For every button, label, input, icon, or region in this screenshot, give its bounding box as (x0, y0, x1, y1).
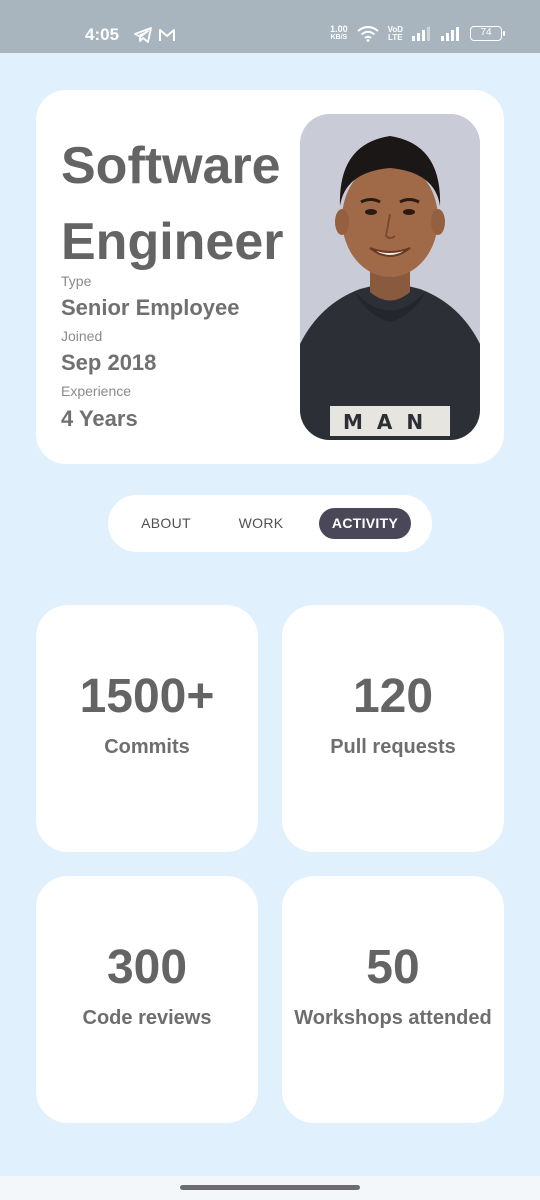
signal-2-icon (441, 26, 459, 41)
stat-card-code-reviews: 300 Code reviews (36, 876, 258, 1123)
stat-value: 1500+ (79, 670, 215, 723)
joined-value: Sep 2018 (61, 350, 157, 375)
wifi-icon (356, 25, 379, 42)
tab-work[interactable]: WORK (226, 508, 296, 539)
stat-label: Code reviews (82, 1007, 212, 1029)
joined-label: Joined (61, 328, 103, 344)
job-title: Software Engineer (61, 137, 284, 271)
home-indicator[interactable] (180, 1185, 360, 1190)
status-system-icons: 1.00 KB/S VoD LTE 74 (330, 25, 505, 42)
shirt-print-text: MAN (343, 410, 437, 434)
status-bar: 4:05 1.00 KB/S VoD LTE 74 (0, 0, 540, 53)
type-label: Type (61, 273, 92, 289)
stat-label: Workshops attended (294, 1007, 492, 1029)
stat-card-pull-requests: 120 Pull requests (282, 605, 504, 852)
stat-value: 120 (352, 670, 434, 723)
experience-label: Experience (61, 383, 132, 399)
experience-value: 4 Years (61, 406, 138, 431)
section-tabs: ABOUT WORK ACTIVITY (108, 495, 432, 552)
status-time: 4:05 (85, 25, 120, 44)
telegram-icon (134, 27, 152, 43)
gmail-icon (159, 29, 175, 41)
profile-photo-illustration: MAN (300, 114, 480, 440)
network-speed: 1.00 KB/S (330, 25, 348, 42)
network-speed-unit: KB/S (330, 34, 348, 41)
stat-label: Pull requests (330, 736, 456, 758)
profile-photo: MAN (300, 114, 480, 440)
network-speed-value: 1.00 (330, 24, 348, 34)
tab-activity[interactable]: ACTIVITY (319, 508, 411, 539)
status-notification-icons (134, 27, 176, 43)
stat-label: Commits (104, 736, 190, 758)
battery-indicator: 74 (470, 26, 505, 41)
profile-card: Software Engineer Type Senior Employee J… (36, 90, 504, 464)
stat-value: 300 (106, 941, 188, 994)
stat-card-commits: 1500+ Commits (36, 605, 258, 852)
stat-value: 50 (366, 941, 420, 994)
type-value: Senior Employee (61, 295, 240, 320)
signal-1-icon (412, 26, 430, 41)
tab-about[interactable]: ABOUT (130, 508, 202, 539)
volte-indicator: VoD LTE (388, 25, 403, 42)
stat-card-workshops: 50 Workshops attended (282, 876, 504, 1123)
volte-bottom: LTE (388, 32, 403, 42)
